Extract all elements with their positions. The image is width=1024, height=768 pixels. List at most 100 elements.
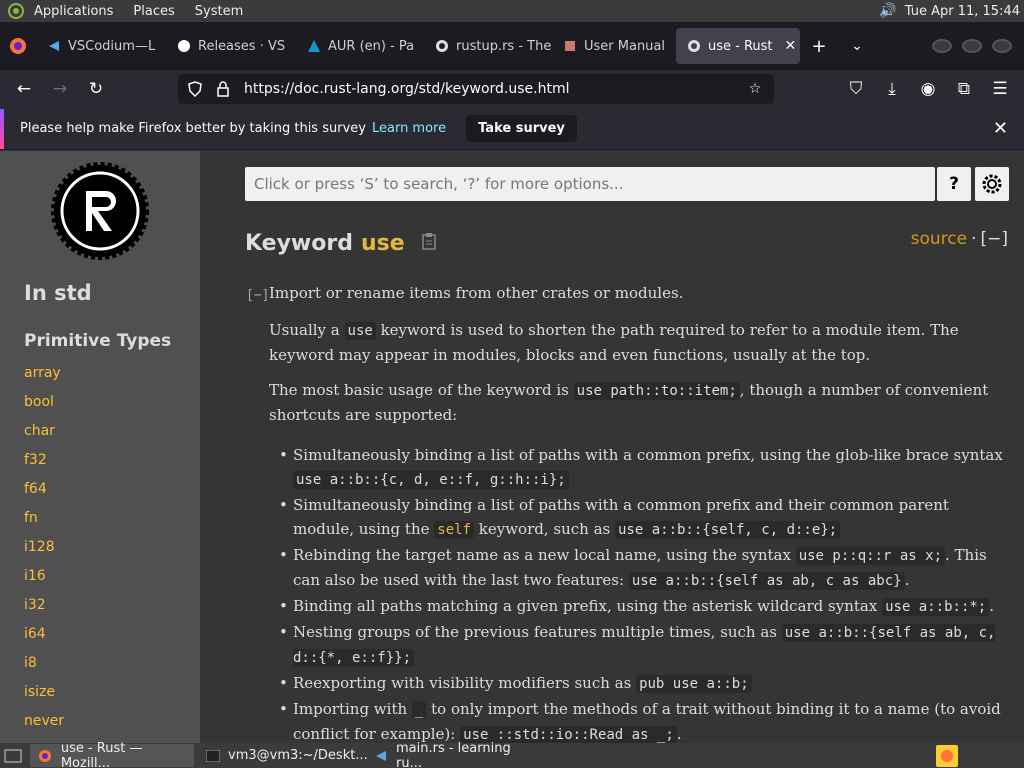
search-placeholder: Click or press ‘S’ to search, ‘?’ for mo… [254, 175, 624, 193]
doc-search-input[interactable]: Click or press ‘S’ to search, ‘?’ for mo… [245, 167, 935, 201]
account-icon[interactable]: ◉ [910, 71, 946, 107]
gnome-foot-icon[interactable] [6, 1, 26, 21]
minimize-button[interactable] [932, 39, 952, 53]
sidebar-item-char[interactable]: char [24, 423, 64, 452]
volume-icon[interactable]: 🔊 [879, 3, 896, 19]
taskbar-terminal[interactable]: vm3@vm3:~/Deskt... [198, 744, 368, 767]
sidebar-item-array[interactable]: array [24, 365, 64, 394]
tray-firefox-icon[interactable] [936, 744, 958, 767]
notification-message: Please help make Firefox better by takin… [20, 121, 366, 136]
list-item: Reexporting with visibility modifiers su… [279, 671, 1011, 696]
source-link[interactable]: source [911, 229, 967, 249]
navigation-toolbar: ← → ↻ https://doc.rust-lang.org/std/keyw… [0, 70, 1024, 108]
list-item: Importing with _ to only import the meth… [279, 697, 1011, 743]
new-tab-button[interactable]: + [800, 28, 838, 64]
url-bar[interactable]: https://doc.rust-lang.org/std/keyword.us… [178, 74, 774, 104]
forward-arrow-icon[interactable]: → [42, 71, 78, 107]
shield-icon[interactable] [184, 81, 206, 97]
sidebar-item-i16[interactable]: i16 [24, 568, 64, 597]
manual-icon [562, 38, 578, 54]
system-menu[interactable]: System [195, 4, 243, 19]
firefox-icon [38, 748, 53, 764]
clock[interactable]: Tue Apr 11, 15:44 [905, 4, 1020, 19]
close-tab-icon[interactable]: ✕ [785, 38, 797, 54]
collapse-all-toggle[interactable]: [−] [980, 229, 1008, 249]
tab-rustup[interactable]: rustup.rs - The [424, 28, 552, 64]
hamburger-menu-icon[interactable]: ☰ [982, 71, 1018, 107]
system-top-panel: Applications Places System 🔊 Tue Apr 11,… [0, 0, 1024, 22]
list-item: Binding all paths matching a given prefi… [279, 594, 1011, 619]
tab-use-rust[interactable]: use - Rust ✕ [676, 28, 800, 64]
take-survey-button[interactable]: Take survey [466, 115, 577, 142]
list-item: Simultaneously binding a list of paths w… [279, 443, 1011, 492]
close-window-button[interactable] [992, 39, 1012, 53]
sidebar-section-heading[interactable]: Primitive Types [24, 331, 171, 351]
sidebar-item-fn[interactable]: fn [24, 510, 64, 539]
sidebar-item-f32[interactable]: f32 [24, 452, 64, 481]
bookmark-star-icon[interactable]: ☆ [744, 81, 766, 97]
list-item: Nesting groups of the previous features … [279, 620, 1011, 670]
downloads-icon[interactable]: ⤓ [874, 71, 910, 107]
applications-menu[interactable]: Applications [34, 4, 113, 19]
taskbar-vscodium[interactable]: main.rs - learning ru... [366, 741, 530, 768]
sidebar-primitive-list: array bool char f32 f64 fn i128 i16 i32 … [24, 365, 64, 742]
page-title: Keyword use [245, 231, 437, 256]
tab-label: AUR (en) - Pa [328, 38, 415, 54]
tab-aur[interactable]: AUR (en) - Pa [296, 28, 424, 64]
notification-accent [0, 108, 4, 149]
title-keyword: use [360, 231, 405, 256]
sidebar-item-i8[interactable]: i8 [24, 655, 64, 684]
doc-paragraph-2: The most basic usage of the keyword is u… [269, 381, 989, 424]
lock-icon[interactable] [212, 81, 234, 97]
learn-more-link[interactable]: Learn more [372, 121, 446, 136]
maximize-button[interactable] [962, 39, 982, 53]
doc-summary: Import or rename items from other crates… [269, 284, 684, 302]
doc-sidebar: In std Primitive Types array bool char f… [0, 151, 200, 743]
reload-icon[interactable]: ↻ [78, 71, 114, 107]
sidebar-item-bool[interactable]: bool [24, 394, 64, 423]
arch-icon [306, 38, 322, 54]
source-separator: · [971, 229, 977, 249]
rust-icon [686, 38, 702, 54]
survey-notification-bar: Please help make Firefox better by takin… [0, 108, 1024, 150]
help-button[interactable]: ? [937, 167, 971, 201]
close-notification-icon[interactable]: ✕ [993, 118, 1008, 139]
show-desktop-button[interactable] [0, 744, 26, 767]
tab-user-manual[interactable]: User Manual [552, 28, 676, 64]
shortcuts-list: Simultaneously binding a list of paths w… [279, 443, 1011, 743]
window-controls [932, 39, 1012, 53]
sidebar-item-f64[interactable]: f64 [24, 481, 64, 510]
sidebar-item-never[interactable]: never [24, 713, 64, 742]
extensions-icon[interactable]: ⧉ [946, 71, 982, 107]
tab-label: use - Rust [708, 38, 773, 54]
pocket-icon[interactable]: ⛉ [838, 71, 874, 107]
terminal-icon [206, 748, 220, 764]
list-item: Simultaneously binding a list of paths w… [279, 493, 1011, 542]
sidebar-item-i64[interactable]: i64 [24, 626, 64, 655]
rust-logo[interactable] [50, 161, 150, 261]
settings-gear-icon[interactable] [975, 167, 1009, 201]
tab-vscodium[interactable]: VSCodium—L [36, 28, 166, 64]
doc-paragraph-1: Usually a use keyword is used to shorten… [269, 321, 959, 364]
back-arrow-icon[interactable]: ← [6, 71, 42, 107]
firefox-view-icon[interactable] [0, 28, 36, 64]
tab-releases[interactable]: Releases · VS [166, 28, 296, 64]
list-item: Rebinding the target name as a new local… [279, 543, 1011, 593]
sidebar-crate-title[interactable]: In std [24, 281, 92, 305]
title-prefix: Keyword [245, 231, 353, 256]
vscodium-icon [374, 748, 388, 764]
tab-label: VSCodium—L [68, 38, 156, 54]
sidebar-item-i128[interactable]: i128 [24, 539, 64, 568]
rust-icon [434, 38, 450, 54]
doc-main-content: Click or press ‘S’ to search, ‘?’ for mo… [200, 151, 1024, 743]
sidebar-item-isize[interactable]: isize [24, 684, 64, 713]
copy-path-icon[interactable] [421, 231, 437, 256]
url-text[interactable]: https://doc.rust-lang.org/std/keyword.us… [244, 81, 738, 97]
inline-code: use path::to::item; [573, 382, 740, 400]
taskbar-firefox[interactable]: use - Rust — Mozill... [30, 741, 194, 768]
sidebar-item-i32[interactable]: i32 [24, 597, 64, 626]
list-all-tabs-chevron-icon[interactable]: ⌄ [838, 28, 876, 64]
inline-code: use [344, 322, 376, 340]
collapse-docblock-toggle[interactable]: [−] [246, 288, 269, 303]
places-menu[interactable]: Places [133, 4, 174, 19]
